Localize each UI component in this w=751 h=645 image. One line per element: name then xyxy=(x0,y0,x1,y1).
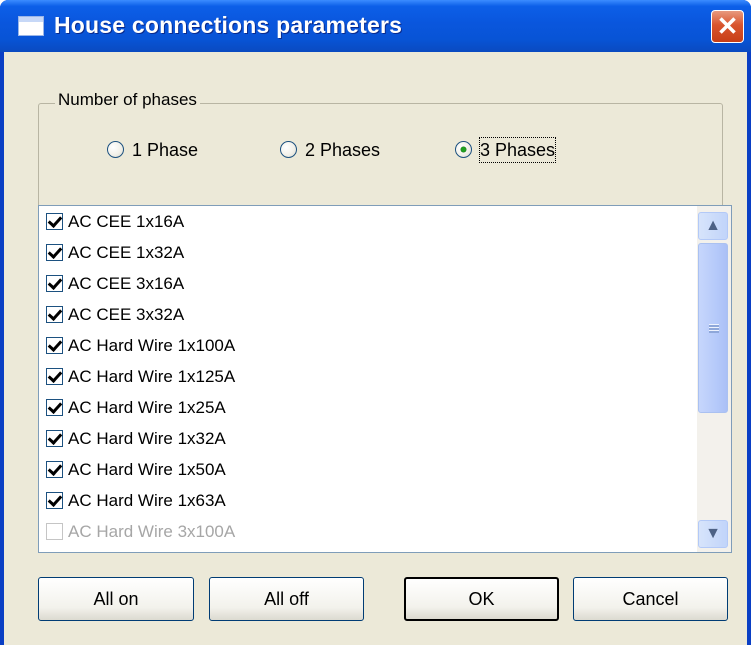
list-item[interactable]: AC CEE 1x32A xyxy=(39,239,697,270)
list-item-label: AC CEE 1x16A xyxy=(68,212,185,231)
window-app-icon xyxy=(18,16,44,36)
list-item[interactable]: AC Hard Wire 1x100A xyxy=(39,332,697,363)
list-item[interactable]: AC Hard Wire 1x50A xyxy=(39,456,697,487)
dialog-client-area: Number of phases 1 Phase 2 Phases 3 Phas… xyxy=(4,52,747,645)
checkbox-checked-icon[interactable] xyxy=(46,337,63,354)
list-item-label: AC Hard Wire 1x100A xyxy=(68,336,236,355)
list-item-label: AC Hard Wire 3x100A xyxy=(68,522,236,541)
radio-1-phase[interactable]: 1 Phase xyxy=(107,138,227,164)
chevron-up-icon: ▲ xyxy=(705,217,721,234)
radio-button-selected-icon[interactable] xyxy=(455,141,472,158)
list-item-label: AC CEE 1x32A xyxy=(68,243,185,262)
list-item-label: AC Hard Wire 1x50A xyxy=(68,460,226,479)
list-item-label: AC Hard Wire 1x32A xyxy=(68,429,226,448)
scroll-up-button[interactable]: ▲ xyxy=(698,212,728,240)
list-item[interactable]: AC CEE 1x16A xyxy=(39,208,697,239)
list-item-label: AC Hard Wire 1x125A xyxy=(68,367,236,386)
connection-types-list[interactable]: AC CEE 1x16A AC CEE 1x32A AC CEE 3x16A AC C… xyxy=(38,205,732,553)
radio-label: 3 Phases xyxy=(478,137,557,163)
checkbox-unchecked-icon[interactable] xyxy=(46,523,63,540)
all-on-button[interactable]: All on xyxy=(38,577,194,621)
radio-label: 1 Phase xyxy=(132,140,199,160)
checkbox-checked-icon[interactable] xyxy=(46,430,63,447)
list-item[interactable]: AC Hard Wire 1x32A xyxy=(39,425,697,456)
chevron-down-icon: ▼ xyxy=(705,525,721,542)
list-item[interactable]: AC Hard Wire 3x100A xyxy=(39,518,697,549)
list-item-label: AC CEE 3x16A xyxy=(68,274,185,293)
all-off-button[interactable]: All off xyxy=(209,577,364,621)
checkbox-checked-icon[interactable] xyxy=(46,213,63,230)
radio-label: 2 Phases xyxy=(305,140,381,160)
list-item[interactable]: AC Hard Wire 1x25A xyxy=(39,394,697,425)
cancel-button[interactable]: Cancel xyxy=(573,577,728,621)
checkbox-checked-icon[interactable] xyxy=(46,306,63,323)
list-item[interactable]: AC Hard Wire 1x125A xyxy=(39,363,697,394)
list-item-label: AC Hard Wire 1x63A xyxy=(68,491,226,510)
list-item[interactable]: AC Hard Wire 1x63A xyxy=(39,487,697,518)
close-button[interactable]: ✕ xyxy=(711,10,744,43)
checkbox-checked-icon[interactable] xyxy=(46,492,63,509)
radio-button-icon[interactable] xyxy=(280,141,297,158)
checkbox-checked-icon[interactable] xyxy=(46,399,63,416)
grip-icon xyxy=(709,324,719,333)
list-item-label: AC Hard Wire 1x25A xyxy=(68,398,226,417)
checkbox-checked-icon[interactable] xyxy=(46,368,63,385)
ok-button[interactable]: OK xyxy=(404,577,559,621)
checkbox-checked-icon[interactable] xyxy=(46,275,63,292)
radio-3-phases[interactable]: 3 Phases xyxy=(455,137,595,164)
checkbox-checked-icon[interactable] xyxy=(46,461,63,478)
radio-button-icon[interactable] xyxy=(107,141,124,158)
vertical-scrollbar[interactable]: ▲ ▼ xyxy=(697,206,731,552)
phases-legend: Number of phases xyxy=(55,90,200,110)
title-bar[interactable]: House connections parameters ✕ xyxy=(0,0,751,52)
scroll-thumb[interactable] xyxy=(698,243,728,413)
list-item-label: AC CEE 3x32A xyxy=(68,305,185,324)
radio-2-phases[interactable]: 2 Phases xyxy=(280,138,410,164)
list-item[interactable]: AC CEE 3x16A xyxy=(39,270,697,301)
window-title: House connections parameters xyxy=(54,12,403,38)
list-item[interactable]: AC CEE 3x32A xyxy=(39,301,697,332)
dialog-window: House connections parameters ✕ Number of… xyxy=(0,0,751,645)
scroll-down-button[interactable]: ▼ xyxy=(698,520,728,548)
checkbox-checked-icon[interactable] xyxy=(46,244,63,261)
